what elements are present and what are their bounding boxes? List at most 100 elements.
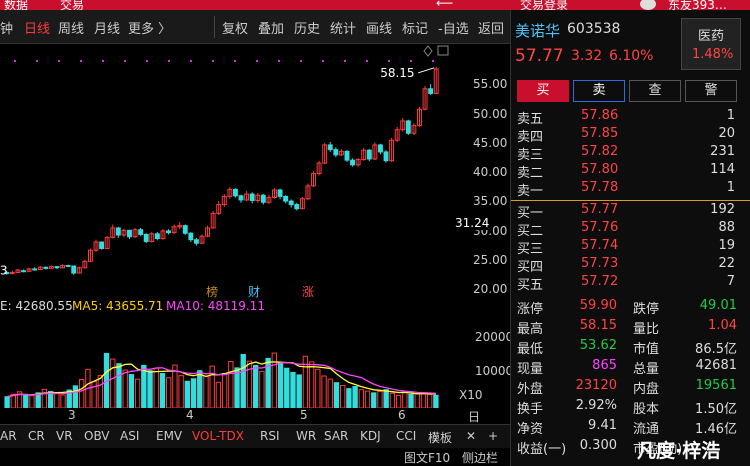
indicator-more-button[interactable]: 〉 bbox=[432, 429, 444, 446]
draw-button[interactable]: 画线 bbox=[366, 18, 392, 37]
marker-dot bbox=[36, 60, 38, 62]
period-daily[interactable]: 日线 bbox=[24, 18, 50, 37]
indicator-tab-vol-tdx[interactable]: VOL-TDX bbox=[192, 429, 244, 443]
event-badge[interactable]: 榜 bbox=[206, 284, 218, 299]
history-button[interactable]: 历史 bbox=[294, 18, 320, 37]
stat-label: 现量 bbox=[517, 362, 544, 377]
period-minute[interactable]: 钟 bbox=[0, 18, 13, 37]
indicator-tab-asi[interactable]: ASI bbox=[120, 429, 139, 443]
bid-row[interactable]: 买二 57.76 88 bbox=[511, 220, 750, 239]
remove-watchlist-button[interactable]: -自选 bbox=[438, 18, 469, 37]
level-label: 卖一 bbox=[517, 184, 544, 199]
low-price-label: 31.24 bbox=[455, 216, 490, 231]
marker-dot bbox=[58, 60, 60, 62]
indicator-tab-kdj[interactable]: KDJ bbox=[360, 429, 381, 443]
level-price: 57.86 bbox=[581, 108, 619, 123]
avatar[interactable] bbox=[640, 0, 656, 10]
candlestick-chart[interactable]: 58.15 3 榜 财 涨 bbox=[0, 44, 455, 300]
ma5-value: MA5: 43655.71 bbox=[72, 299, 164, 313]
add-icon[interactable]: + bbox=[488, 429, 498, 443]
indicator-tab-wr[interactable]: WR bbox=[296, 429, 316, 443]
overlay-button[interactable]: 叠加 bbox=[258, 18, 284, 37]
candle bbox=[288, 200, 294, 206]
volume-axis: 20000 10000 X10 bbox=[455, 316, 513, 408]
candle bbox=[383, 151, 389, 162]
volume-bar bbox=[277, 362, 284, 408]
ask-row[interactable]: 卖四 57.85 20 bbox=[511, 126, 750, 145]
period-weekly[interactable]: 周线 bbox=[58, 18, 84, 37]
f10-button[interactable]: 图文F10 bbox=[404, 449, 450, 466]
mark-button[interactable]: 标记 bbox=[402, 18, 428, 37]
volume-bar bbox=[97, 375, 103, 408]
indicator-tab-cr[interactable]: CR bbox=[28, 429, 45, 443]
marker-dot bbox=[80, 60, 82, 62]
stat-value: 1.50亿 bbox=[695, 402, 737, 417]
marker-dot bbox=[322, 60, 324, 62]
close-icon[interactable]: ✕ bbox=[466, 429, 476, 443]
indicator-tab-obv[interactable]: OBV bbox=[84, 429, 110, 443]
vol-value: E: 42680.55 bbox=[0, 299, 73, 313]
query-button[interactable]: 查 bbox=[629, 80, 681, 102]
candle bbox=[193, 239, 199, 244]
bid-row[interactable]: 买一 57.77 192 bbox=[511, 202, 750, 221]
indicator-tab-emv[interactable]: EMV bbox=[156, 429, 182, 443]
volume-bar bbox=[377, 390, 383, 408]
volume-bar bbox=[79, 378, 85, 408]
indicator-tab-ar[interactable]: AR bbox=[0, 429, 17, 443]
buy-button[interactable]: 买 bbox=[517, 80, 569, 102]
level-label: 卖二 bbox=[517, 166, 544, 181]
bid-row[interactable]: 买四 57.73 22 bbox=[511, 256, 750, 275]
bid-row[interactable]: 买三 57.74 19 bbox=[511, 238, 750, 257]
indicator-tab-sar[interactable]: SAR bbox=[324, 429, 348, 443]
stat-label: 量比 bbox=[633, 322, 660, 337]
volume-bar bbox=[178, 375, 184, 408]
back-arrow-icon[interactable]: ⟵ bbox=[436, 0, 453, 10]
sector-box[interactable]: 医药 1.48% bbox=[681, 18, 741, 70]
marker-dot bbox=[344, 60, 346, 62]
event-badge[interactable]: 财 bbox=[248, 285, 260, 299]
marker-dot bbox=[388, 60, 390, 62]
candle bbox=[188, 232, 194, 241]
panel-icon[interactable] bbox=[437, 45, 449, 56]
volume-bar bbox=[203, 375, 209, 408]
volume-chart[interactable] bbox=[0, 316, 455, 408]
stat-value: 86.5亿 bbox=[695, 342, 737, 357]
period-monthly[interactable]: 月线 bbox=[94, 18, 120, 37]
volume-bar bbox=[321, 375, 327, 408]
volume-bar bbox=[29, 395, 35, 408]
candle bbox=[21, 270, 26, 273]
adjust-button[interactable]: 复权 bbox=[222, 18, 248, 37]
bid-row[interactable]: 买五 57.72 7 bbox=[511, 274, 750, 293]
candle bbox=[54, 266, 60, 269]
indicator-tab-cci[interactable]: CCI bbox=[396, 429, 416, 443]
volume-bar bbox=[128, 374, 135, 408]
alert-button[interactable]: 警 bbox=[685, 80, 737, 102]
period-more[interactable]: 更多 〉 bbox=[128, 18, 171, 37]
volume-bar bbox=[284, 367, 290, 408]
ask-row[interactable]: 卖二 57.80 114 bbox=[511, 162, 750, 181]
stats-button[interactable]: 统计 bbox=[330, 18, 356, 37]
stat-row: 外盘 23120 内盘 19561 bbox=[511, 378, 750, 397]
level-volume: 114 bbox=[710, 162, 735, 177]
ask-row[interactable]: 卖五 57.86 1 bbox=[511, 108, 750, 127]
sell-button[interactable]: 卖 bbox=[573, 80, 625, 102]
stat-value: 58.15 bbox=[579, 318, 617, 333]
volume-bar bbox=[228, 361, 234, 408]
back-button[interactable]: 返回 bbox=[478, 18, 504, 37]
event-badge[interactable]: 涨 bbox=[302, 284, 314, 299]
indicator-tab-vr[interactable]: VR bbox=[56, 429, 73, 443]
volume-bar bbox=[414, 393, 420, 408]
diamond-icon[interactable] bbox=[423, 45, 433, 57]
level-label: 买一 bbox=[517, 206, 544, 221]
sidebar-toggle[interactable]: 侧边栏 bbox=[462, 449, 498, 466]
level-price: 57.77 bbox=[581, 202, 619, 217]
candle bbox=[115, 227, 121, 236]
volume-bar bbox=[253, 364, 259, 408]
ask-row[interactable]: 卖三 57.82 231 bbox=[511, 144, 750, 163]
price-tick: 40.00 bbox=[473, 165, 508, 179]
candle bbox=[65, 264, 71, 267]
level-label: 买四 bbox=[517, 260, 544, 275]
level-price: 57.76 bbox=[581, 220, 619, 235]
ask-row[interactable]: 卖一 57.78 1 bbox=[511, 180, 750, 199]
indicator-tab-rsi[interactable]: RSI bbox=[260, 429, 280, 443]
